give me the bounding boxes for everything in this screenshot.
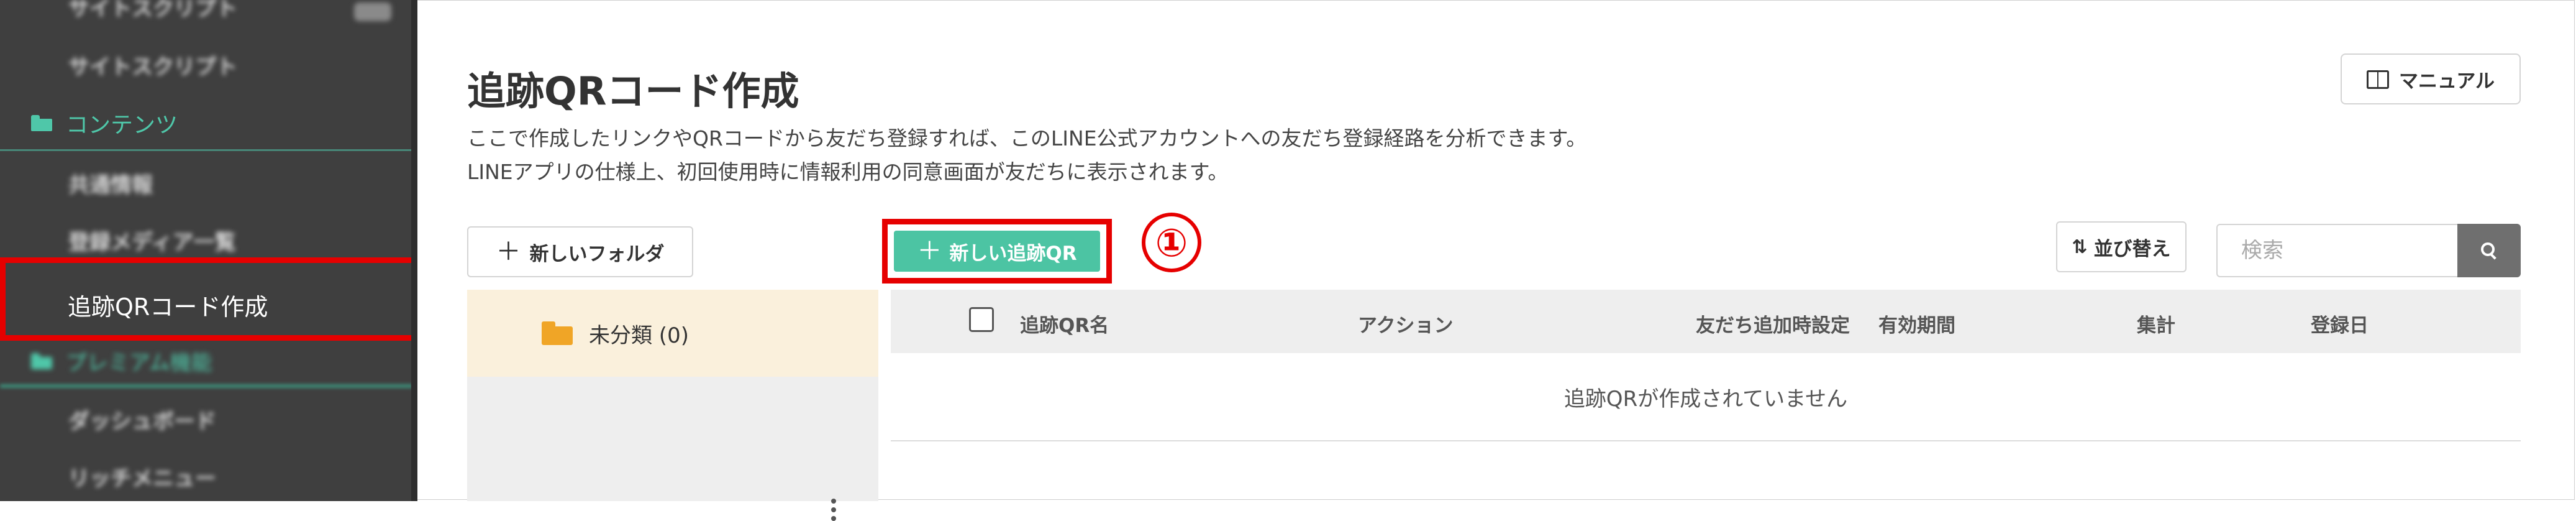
sidebar-item-blurred[interactable]: サイトスクリプト xyxy=(68,0,237,22)
sidebar-item-tracking-qr[interactable]: 追跡QRコード作成 xyxy=(0,257,417,341)
new-folder-button[interactable]: ＋ 新しいフォルダ xyxy=(467,226,693,277)
sidebar-item-dashboard[interactable]: ダッシュボード xyxy=(68,404,216,435)
empty-state-message: 追跡QRが作成されていません xyxy=(891,353,2521,441)
sidebar-section-contents[interactable]: コンテンツ xyxy=(31,107,178,139)
new-tracking-qr-label: 新しい追跡QR xyxy=(949,242,1077,265)
folder-icon xyxy=(542,321,573,345)
manual-button[interactable]: マニュアル xyxy=(2341,53,2521,104)
page-description-line1: ここで作成したリンクやQRコードから友だち登録すれば、このLINE公式アカウント… xyxy=(467,126,1587,150)
search-button[interactable] xyxy=(2457,224,2521,277)
step-number-marker: ① xyxy=(1142,213,1201,272)
sidebar-item-common-info[interactable]: 共通情報 xyxy=(68,168,153,198)
search-input[interactable] xyxy=(2216,224,2457,277)
folder-list-area xyxy=(467,377,878,521)
sort-button-label: 並び替え xyxy=(2093,237,2171,260)
column-header-friend-add-settings[interactable]: 友だち追加時設定 xyxy=(1696,310,1850,338)
sidebar-item-rich-menu[interactable]: リッチメニュー xyxy=(68,461,216,492)
sidebar-section-label: プレミアム機能 xyxy=(66,351,212,376)
book-icon xyxy=(2366,70,2389,89)
column-header-qr-name[interactable]: 追跡QR名 xyxy=(1020,310,1109,338)
sidebar-section-divider xyxy=(0,384,413,388)
highlight-box: ＋ 新しい追跡QR xyxy=(882,219,1112,284)
sidebar-item-label: 追跡QRコード作成 xyxy=(68,293,268,321)
sidebar-section-label: コンテンツ xyxy=(66,113,178,138)
column-header-registered-date[interactable]: 登録日 xyxy=(2311,310,2369,338)
new-tracking-qr-button[interactable]: ＋ 新しい追跡QR xyxy=(894,231,1100,272)
sort-button[interactable]: ⇅ 並び替え xyxy=(2056,221,2187,272)
page-title: 追跡QRコード作成 xyxy=(467,68,799,114)
sidebar-item-site-script[interactable]: サイトスクリプト xyxy=(68,50,237,80)
folder-icon xyxy=(31,353,52,369)
folder-item-uncategorized[interactable]: 未分類 (0) xyxy=(467,290,878,377)
manual-button-label: マニュアル xyxy=(2398,70,2495,93)
folder-open-icon xyxy=(31,115,52,131)
column-header-action[interactable]: アクション xyxy=(1358,310,1453,338)
new-folder-label: 新しいフォルダ xyxy=(529,242,665,265)
sidebar-item-media-list[interactable]: 登録メディア一覧 xyxy=(68,225,236,256)
plus-icon: ＋ xyxy=(917,237,942,265)
sidebar-section-divider xyxy=(0,149,413,151)
column-header-totals[interactable]: 集計 xyxy=(2137,310,2175,338)
select-all-checkbox[interactable] xyxy=(969,307,994,332)
plus-icon: ＋ xyxy=(496,237,521,266)
folder-panel: 未分類 (0) xyxy=(467,290,878,521)
sidebar: サイトスクリプト サイトスクリプト コンテンツ 共通情報 登録メディア一覧 追跡… xyxy=(0,0,417,501)
table-header: 追跡QR名 アクション 友だち追加時設定 有効期間 集計 登録日 xyxy=(891,290,2521,353)
more-options-icon[interactable] xyxy=(831,499,837,521)
sidebar-edge xyxy=(411,0,417,501)
sidebar-badge-blurred xyxy=(354,2,391,21)
search-icon xyxy=(2481,242,2497,259)
sidebar-section-premium[interactable]: プレミアム機能 xyxy=(31,346,212,376)
sort-arrows-icon: ⇅ xyxy=(2072,236,2088,258)
page-description-line2: LINEアプリの仕様上、初回使用時に情報利用の同意画面が友だちに表示されます。 xyxy=(467,160,1229,184)
folder-label: 未分類 (0) xyxy=(589,323,689,348)
column-header-validity[interactable]: 有効期間 xyxy=(1878,310,1955,338)
